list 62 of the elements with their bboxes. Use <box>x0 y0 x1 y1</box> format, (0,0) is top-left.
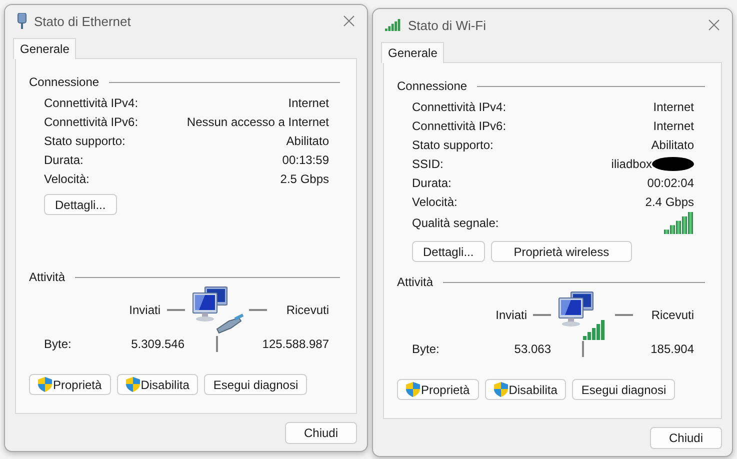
dialog-button[interactable]: Esegui diagnosi <box>204 374 308 395</box>
field-value: 00:13:59 <box>282 152 329 166</box>
group-heading: Attività <box>397 275 434 289</box>
field-value: Internet <box>653 118 694 132</box>
close-icon[interactable] <box>343 15 355 27</box>
tab[interactable]: Generale <box>381 42 444 63</box>
redaction-mark <box>652 156 694 170</box>
bytes-received-value: 125.588.987 <box>261 337 329 351</box>
field-value: Abilitato <box>651 138 694 152</box>
dialog-button[interactable]: Esegui diagnosi <box>572 379 676 400</box>
field-value: Abilitato <box>286 134 329 148</box>
signal-strength-icon <box>664 212 694 234</box>
bytes-label: Byte: <box>412 342 440 356</box>
received-label: Ricevuti <box>651 308 694 322</box>
shield-icon <box>406 382 420 397</box>
sent-label: Inviati <box>496 308 527 322</box>
tab[interactable]: Generale <box>13 38 76 59</box>
bytes-received-value: 185.904 <box>650 342 694 356</box>
field-label: Velocità: <box>412 194 458 208</box>
dialog-button[interactable]: Disabilita <box>484 379 566 400</box>
field-value: 2.4 Gbps <box>645 194 694 208</box>
shield-icon <box>126 377 140 392</box>
dialog-button[interactable]: Disabilita <box>116 374 198 395</box>
field-label: Velocità: <box>44 172 90 186</box>
bytes-sent-value: 53.063 <box>513 342 551 356</box>
field-label: Stato supporto: <box>412 138 494 152</box>
ethernet-plug-icon <box>17 13 27 29</box>
field-label: Connettività IPv4: <box>412 100 506 114</box>
group-heading: Connessione <box>397 79 468 93</box>
field-label: Durata: <box>412 176 452 190</box>
field-value: Internet <box>288 96 329 110</box>
dialog-button[interactable]: Proprietà <box>397 379 479 400</box>
received-label: Ricevuti <box>286 303 329 317</box>
close-icon[interactable] <box>708 19 720 31</box>
field-value: iliadbox <box>611 156 652 170</box>
window-title: Stato di Ethernet <box>34 14 132 28</box>
dialog-button[interactable]: Dettagli... <box>44 194 117 215</box>
field-value: Nessun accesso a Internet <box>186 114 329 128</box>
field-label: Durata: <box>44 152 84 166</box>
group-heading: Connessione <box>29 75 100 89</box>
field-label: SSID: <box>412 156 444 170</box>
field-label: Connettività IPv4: <box>44 96 138 110</box>
group-heading: Attività <box>29 270 66 284</box>
dialog-button[interactable]: Proprietà <box>29 374 111 395</box>
dialog-button[interactable]: Dettagli... <box>412 241 485 262</box>
close-button[interactable]: Chiudi <box>650 426 722 448</box>
signal-bars-icon <box>385 19 401 31</box>
bytes-sent-value: 5.309.546 <box>130 337 184 351</box>
field-label: Connettività IPv6: <box>412 118 506 132</box>
bytes-label: Byte: <box>44 337 72 351</box>
shield-icon <box>494 382 508 397</box>
close-button[interactable]: Chiudi <box>285 422 357 444</box>
field-value: Internet <box>653 100 694 114</box>
field-value: 00:02:04 <box>647 176 694 190</box>
field-label: Connettività IPv6: <box>44 114 138 128</box>
shield-icon <box>38 377 52 392</box>
sent-label: Inviati <box>129 303 160 317</box>
window-title: Stato di Wi-Fi <box>408 18 488 32</box>
field-value: 2.5 Gbps <box>280 172 329 186</box>
field-label: Stato supporto: <box>44 134 126 148</box>
dialog-button[interactable]: Proprietà wireless <box>490 241 632 262</box>
field-label: Qualità segnale: <box>412 216 499 230</box>
